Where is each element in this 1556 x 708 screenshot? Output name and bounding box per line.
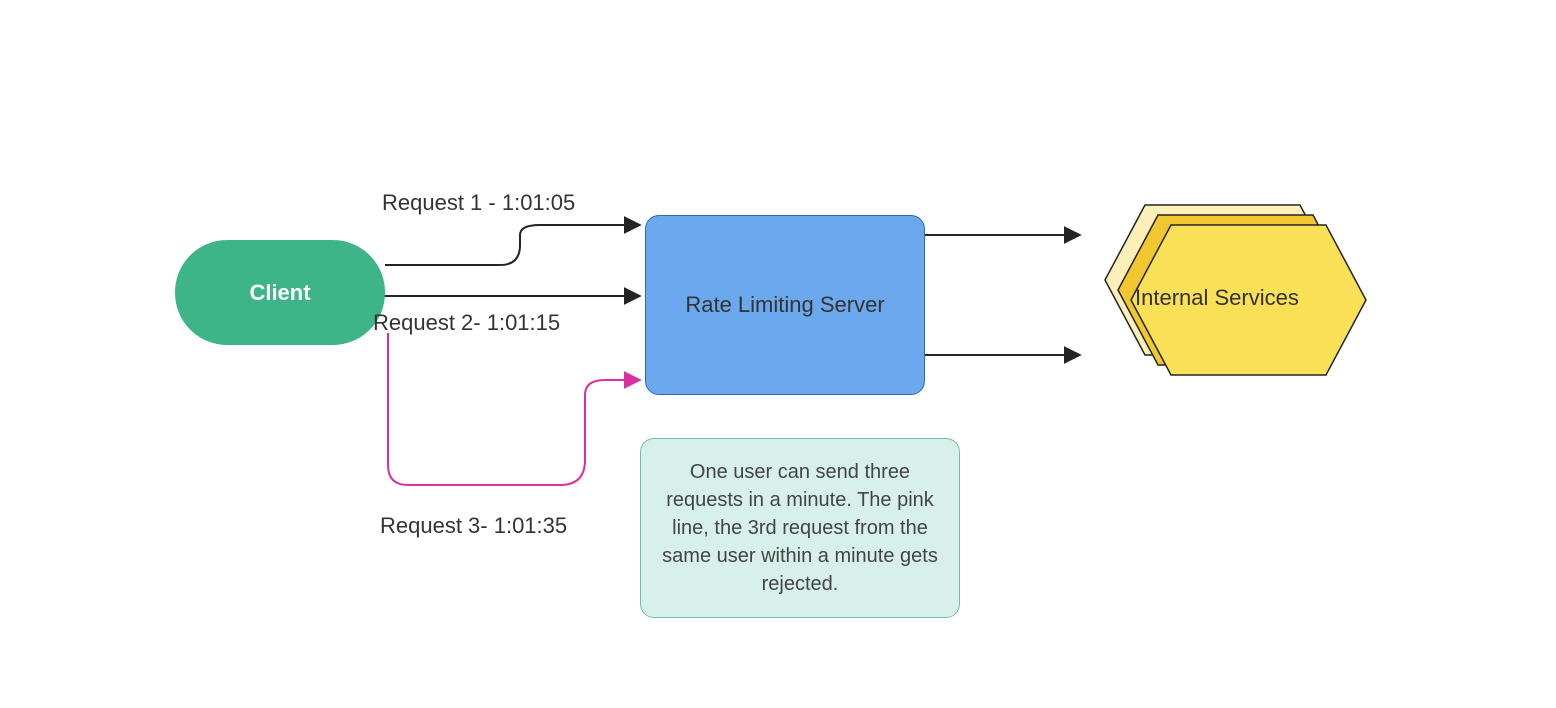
request-2-label: Request 2- 1:01:15 (373, 310, 560, 336)
client-label: Client (249, 280, 310, 306)
server-label: Rate Limiting Server (685, 290, 884, 320)
request-1-label: Request 1 - 1:01:05 (382, 190, 575, 216)
note-text: One user can send three requests in a mi… (659, 458, 941, 598)
diagram-canvas: Client Rate Limiting Server Internal Ser… (0, 0, 1556, 708)
services-label: Internal Services (1135, 285, 1299, 311)
request-3-label: Request 3- 1:01:35 (380, 513, 567, 539)
arrow-request-3 (388, 333, 640, 485)
note-box: One user can send three requests in a mi… (640, 438, 960, 618)
server-node: Rate Limiting Server (645, 215, 925, 395)
arrow-request-1 (385, 225, 640, 265)
client-node: Client (175, 240, 385, 345)
